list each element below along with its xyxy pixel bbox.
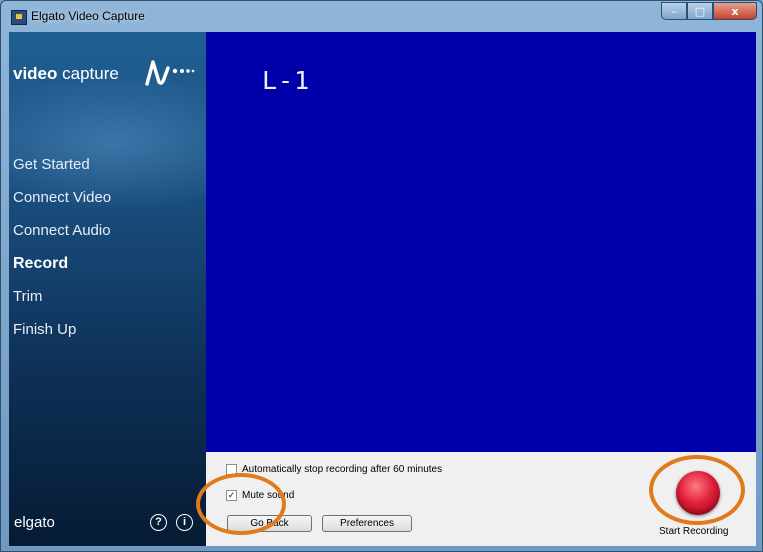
preferences-button[interactable]: Preferences [322, 515, 412, 532]
auto-stop-checkbox[interactable] [226, 464, 237, 475]
record-controls-panel: Automatically stop recording after 60 mi… [206, 452, 756, 546]
auto-stop-label: Automatically stop recording after 60 mi… [242, 464, 443, 475]
app-logo: video capture [13, 64, 119, 84]
maximize-button[interactable]: □ [687, 2, 713, 20]
elgato-brand: elgato [14, 514, 55, 531]
app-icon [11, 10, 27, 25]
start-recording-label: Start Recording [659, 526, 729, 537]
sidebar: video capture Get Started Connect Video … [9, 32, 206, 546]
wave-logo-icon [145, 60, 195, 86]
window-title: Elgato Video Capture [31, 9, 145, 23]
logo-bold-text: video [13, 64, 58, 83]
logo-regular-text: capture [62, 64, 119, 83]
client-area: video capture Get Started Connect Video … [9, 32, 756, 546]
nav-trim[interactable]: Trim [13, 285, 111, 318]
mute-sound-checkbox[interactable]: ✓ [226, 490, 237, 501]
go-back-button[interactable]: Go Back [227, 515, 312, 532]
step-navigation: Get Started Connect Video Connect Audio … [13, 153, 111, 351]
video-osd-text: L-1 [262, 66, 311, 95]
title-bar[interactable]: Elgato Video Capture – □ x [1, 1, 762, 31]
start-recording-button[interactable] [676, 471, 720, 515]
nav-record[interactable]: Record [13, 252, 111, 285]
close-button[interactable]: x [713, 2, 757, 20]
window-controls: – □ x [661, 2, 757, 21]
nav-connect-audio[interactable]: Connect Audio [13, 219, 111, 252]
nav-get-started[interactable]: Get Started [13, 153, 111, 186]
help-icon[interactable]: ? [150, 514, 167, 531]
info-icon[interactable]: i [176, 514, 193, 531]
mute-sound-option[interactable]: ✓ Mute sound [226, 490, 294, 501]
auto-stop-option[interactable]: Automatically stop recording after 60 mi… [226, 464, 442, 475]
app-window: Elgato Video Capture – □ x video capture… [0, 0, 763, 552]
video-preview: L-1 [206, 32, 756, 452]
nav-connect-video[interactable]: Connect Video [13, 186, 111, 219]
mute-sound-label: Mute sound [242, 490, 295, 501]
minimize-button[interactable]: – [661, 2, 687, 20]
nav-finish-up[interactable]: Finish Up [13, 318, 111, 351]
